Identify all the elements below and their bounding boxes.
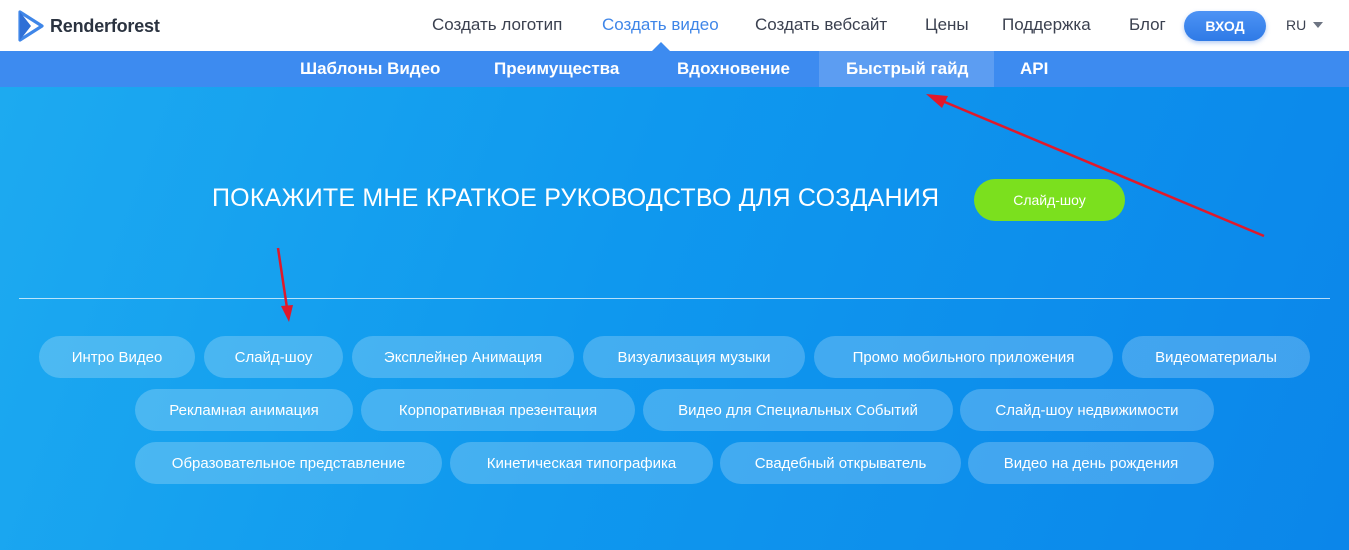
category-real-estate-slideshow[interactable]: Слайд-шоу недвижимости	[960, 389, 1214, 431]
language-selector[interactable]: RU	[1286, 17, 1324, 33]
active-nav-caret	[652, 42, 670, 51]
category-special-events-video[interactable]: Видео для Специальных Событий	[643, 389, 953, 431]
brand-name: Renderforest	[50, 15, 160, 36]
category-corporate-presentation[interactable]: Корпоративная презентация	[361, 389, 635, 431]
category-wedding-opener[interactable]: Свадебный открыватель	[720, 442, 961, 484]
language-label: RU	[1286, 17, 1307, 33]
nav-create-logo[interactable]: Создать логотип	[432, 15, 562, 35]
nav-blog[interactable]: Блог	[1129, 15, 1166, 35]
nav-create-video[interactable]: Создать видео	[602, 15, 719, 35]
quick-guide-hero: ПОКАЖИТЕ МНЕ КРАТКОЕ РУКОВОДСТВО ДЛЯ СОЗ…	[0, 87, 1349, 550]
section-divider	[19, 298, 1330, 299]
category-kinetic-typography[interactable]: Кинетическая типографика	[450, 442, 713, 484]
category-educational-presentation[interactable]: Образовательное представление	[135, 442, 442, 484]
brand-logo[interactable]: Renderforest	[18, 10, 160, 42]
subnav-api[interactable]: API	[1020, 51, 1048, 87]
category-intro-video[interactable]: Интро Видео	[39, 336, 195, 378]
category-explainer-animation[interactable]: Эксплейнер Анимация	[352, 336, 574, 378]
subnav-inspiration[interactable]: Вдохновение	[677, 51, 790, 87]
subnav-advantages[interactable]: Преимущества	[494, 51, 619, 87]
category-slideshow[interactable]: Слайд-шоу	[204, 336, 343, 378]
nav-pricing[interactable]: Цены	[925, 15, 969, 35]
nav-support[interactable]: Поддержка	[1002, 15, 1091, 35]
category-music-visualization[interactable]: Визуализация музыки	[583, 336, 805, 378]
category-birthday-video[interactable]: Видео на день рождения	[968, 442, 1214, 484]
login-button[interactable]: ВХОД	[1184, 11, 1266, 41]
sub-navigation-bar: Шаблоны Видео Преимущества Вдохновение Б…	[0, 51, 1349, 87]
category-promo-animation[interactable]: Рекламная анимация	[135, 389, 353, 431]
top-navigation-bar: Renderforest Создать логотип Создать вид…	[0, 0, 1349, 51]
caret-down-icon	[1313, 22, 1324, 28]
selected-category-button[interactable]: Слайд-шоу	[974, 179, 1125, 221]
renderforest-logo-icon	[18, 10, 44, 42]
subnav-video-templates[interactable]: Шаблоны Видео	[300, 51, 440, 87]
hero-headline: ПОКАЖИТЕ МНЕ КРАТКОЕ РУКОВОДСТВО ДЛЯ СОЗ…	[212, 184, 940, 212]
category-video-footage[interactable]: Видеоматериалы	[1122, 336, 1310, 378]
category-mobile-app-promo[interactable]: Промо мобильного приложения	[814, 336, 1113, 378]
nav-create-website[interactable]: Создать вебсайт	[755, 15, 887, 35]
subnav-quick-guide[interactable]: Быстрый гайд	[846, 51, 968, 87]
